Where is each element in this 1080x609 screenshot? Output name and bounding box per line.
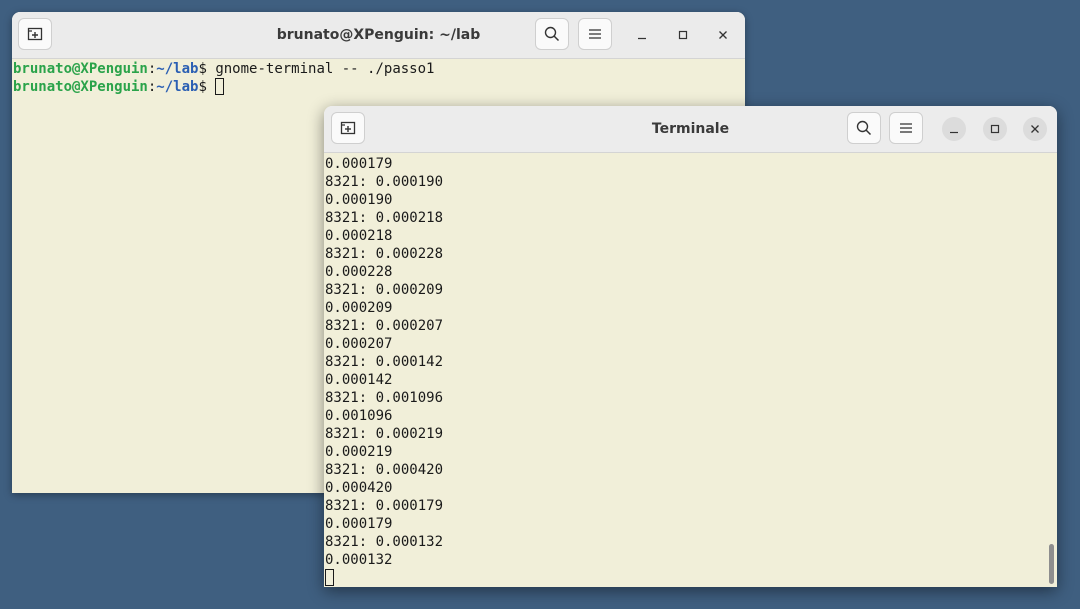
text-cursor xyxy=(325,569,334,586)
maximize-icon xyxy=(678,30,688,40)
output-line: 0.000190 xyxy=(325,192,393,208)
text-cursor xyxy=(215,78,225,95)
output-line: 8321: 0.000228 xyxy=(325,246,444,262)
minimize-icon xyxy=(950,131,958,134)
prompt-line: brunato@XPenguin:~/lab$ gnome-terminal -… xyxy=(13,60,745,78)
new-tab-button[interactable] xyxy=(331,112,365,144)
menu-button[interactable] xyxy=(889,112,923,144)
search-button[interactable] xyxy=(847,112,881,144)
titlebar[interactable]: brunato@XPenguin: ~/lab xyxy=(12,12,745,59)
new-tab-icon xyxy=(340,121,356,135)
scrollbar-thumb[interactable] xyxy=(1049,544,1054,584)
minimize-icon xyxy=(638,37,646,40)
output-lines: 0.000179 8321: 0.000190 0.000190 8321: 0.00… xyxy=(325,155,1057,569)
prompt-user: brunato@XPenguin xyxy=(13,79,148,95)
new-tab-icon xyxy=(27,27,43,41)
new-tab-button[interactable] xyxy=(18,18,52,50)
command-text: gnome-terminal -- ./passo1 xyxy=(215,61,435,77)
output-line: 8321: 0.000209 xyxy=(325,282,444,298)
close-button[interactable] xyxy=(711,23,735,47)
close-icon xyxy=(719,31,727,39)
output-line: 8321: 0.000207 xyxy=(325,318,444,334)
output-line: 0.000209 xyxy=(325,300,393,316)
terminal-window-terminale[interactable]: Terminale 0.000179 8321: 0.000190 0.0001… xyxy=(324,106,1057,587)
output-line: 8321: 0.000219 xyxy=(325,426,444,442)
prompt-dollar: $ xyxy=(198,61,216,77)
output-line: 8321: 0.000218 xyxy=(325,210,444,226)
output-line: 8321: 0.000132 xyxy=(325,534,444,550)
prompt-path: ~/lab xyxy=(156,61,199,77)
prompt-dollar: $ xyxy=(198,79,216,95)
prompt-line: brunato@XPenguin:~/lab$ xyxy=(13,78,745,96)
search-button[interactable] xyxy=(535,18,569,50)
output-line: 8321: 0.000420 xyxy=(325,462,444,478)
output-line: 8321: 0.000179 xyxy=(325,498,444,514)
output-line: 0.000142 xyxy=(325,372,393,388)
output-line: 0.000219 xyxy=(325,444,393,460)
search-icon xyxy=(544,26,560,42)
maximize-button[interactable] xyxy=(671,23,695,47)
output-line: 8321: 0.001096 xyxy=(325,390,444,406)
close-icon xyxy=(1031,125,1039,133)
output-line: 0.000179 xyxy=(325,156,393,172)
output-line: 0.000420 xyxy=(325,480,393,496)
hamburger-menu-icon xyxy=(900,123,912,133)
menu-button[interactable] xyxy=(578,18,612,50)
output-line: 0.001096 xyxy=(325,408,393,424)
prompt-line xyxy=(325,569,1057,587)
maximize-icon xyxy=(990,124,1000,134)
output-line: 8321: 0.000142 xyxy=(325,354,444,370)
search-icon xyxy=(856,120,872,136)
hamburger-menu-icon xyxy=(589,29,601,39)
prompt-path: ~/lab xyxy=(156,79,199,95)
output-line: 0.000179 xyxy=(325,516,393,532)
output-line: 8321: 0.000190 xyxy=(325,174,444,190)
output-line: 0.000207 xyxy=(325,336,393,352)
maximize-button[interactable] xyxy=(983,117,1007,141)
titlebar[interactable]: Terminale xyxy=(324,106,1057,153)
output-line: 0.000218 xyxy=(325,228,393,244)
minimize-button[interactable] xyxy=(942,117,966,141)
close-button[interactable] xyxy=(1023,117,1047,141)
output-line: 0.000228 xyxy=(325,264,393,280)
minimize-button[interactable] xyxy=(630,23,654,47)
output-line: 0.000132 xyxy=(325,552,393,568)
prompt-user: brunato@XPenguin xyxy=(13,61,148,77)
terminal-output[interactable]: 0.000179 8321: 0.000190 0.000190 8321: 0.00… xyxy=(325,155,1057,587)
